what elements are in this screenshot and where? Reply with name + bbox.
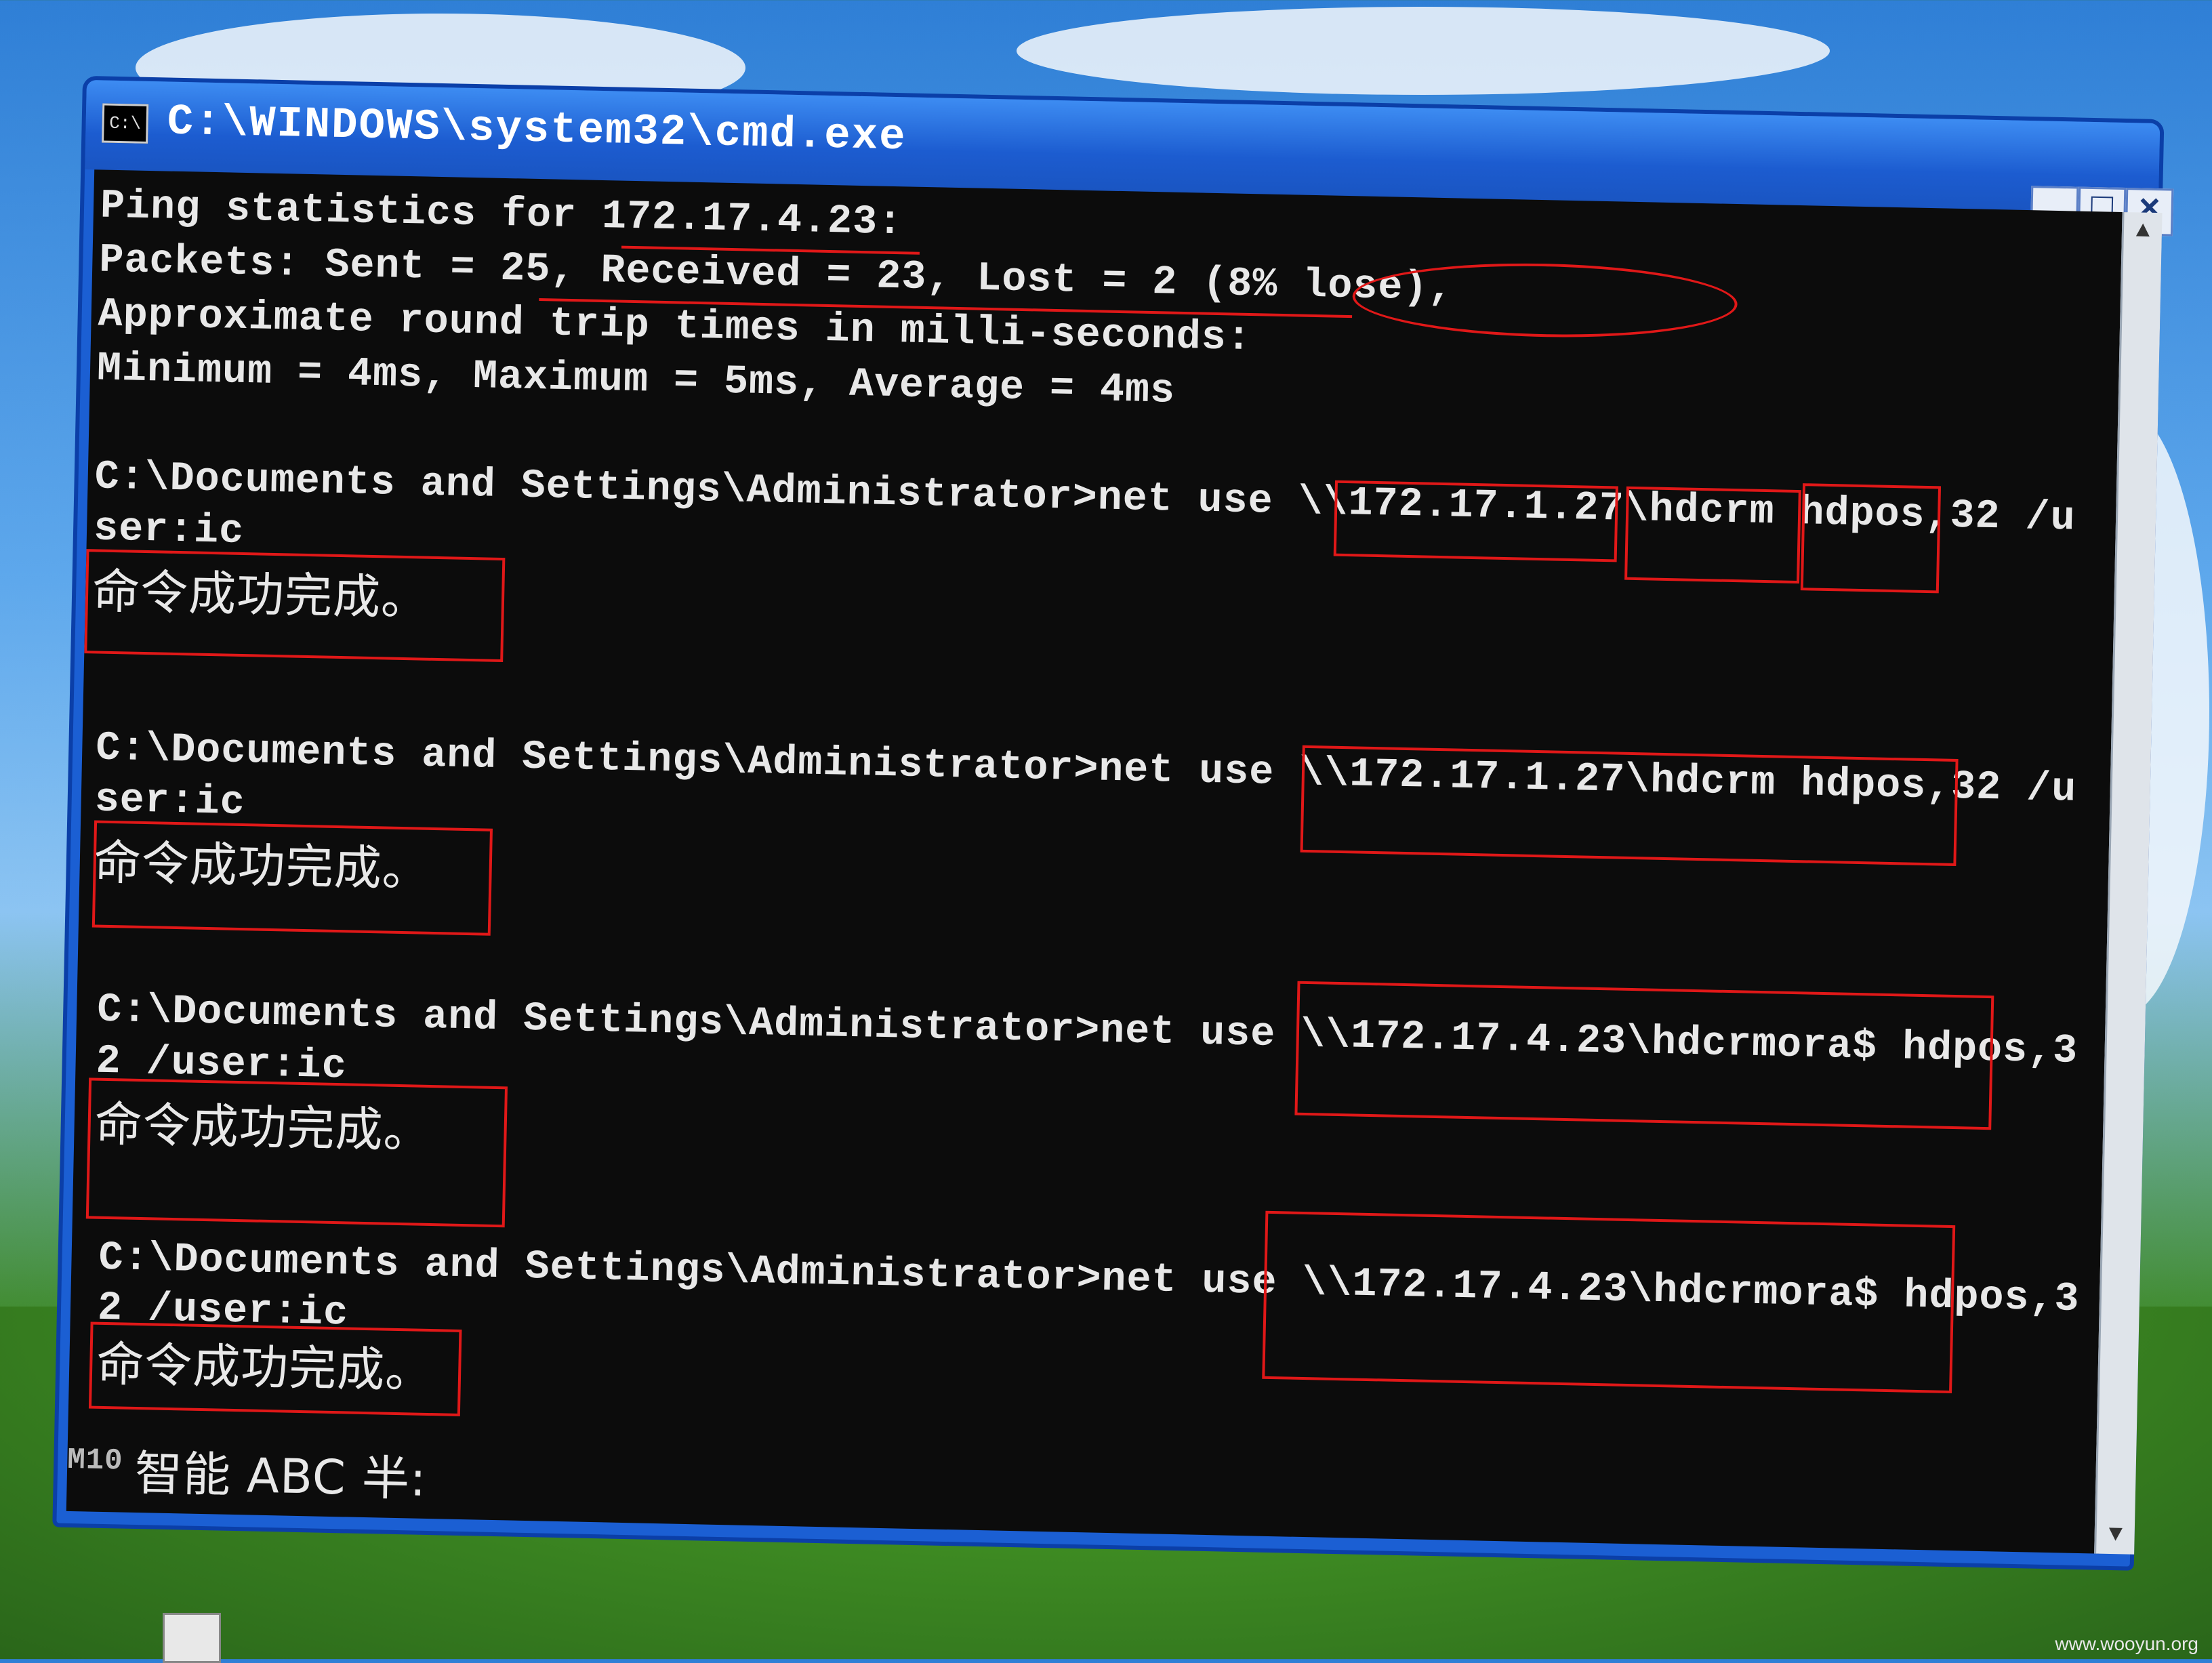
- ime-status-bar[interactable]: 智能 ABC 半:: [134, 1435, 428, 1510]
- annotation-box: [84, 549, 506, 663]
- cmd-window[interactable]: C:\ C:\WINDOWS\system32\cmd.exe _ □ × Pi…: [56, 80, 2174, 1567]
- annotation-box: [1800, 483, 1942, 594]
- watermark: www.wooyun.org: [2055, 1633, 2198, 1654]
- annotation-box: [91, 820, 493, 936]
- command-continuation: ser:ic: [94, 777, 246, 827]
- annotation-box: [85, 1077, 508, 1228]
- annotation-box: [1300, 745, 1959, 867]
- annotation-ellipse: [1351, 260, 1738, 342]
- annotation-box: [88, 1321, 462, 1416]
- window-title: C:\WINDOWS\system32\cmd.exe: [166, 98, 907, 163]
- scroll-up-arrow-icon[interactable]: ▲: [2128, 216, 2158, 247]
- desktop-file-icon[interactable]: [163, 1613, 221, 1663]
- annotation-box: [1262, 1210, 1956, 1394]
- cmd-icon: C:\: [102, 103, 149, 144]
- annotation-box: [1294, 981, 1994, 1130]
- console-output[interactable]: Ping statistics for 172.17.4.23: Packets…: [66, 169, 2127, 1554]
- annotation-box: [1624, 486, 1801, 584]
- scroll-down-arrow-icon[interactable]: ▼: [2100, 1520, 2131, 1551]
- annotation-box: [1333, 480, 1618, 562]
- ime-prefix: M10: [66, 1443, 124, 1479]
- cloud: [1017, 7, 1830, 95]
- command-continuation: ser:ic: [93, 506, 245, 556]
- ping-header: Ping statistics for 172.17.4.23:: [100, 183, 903, 247]
